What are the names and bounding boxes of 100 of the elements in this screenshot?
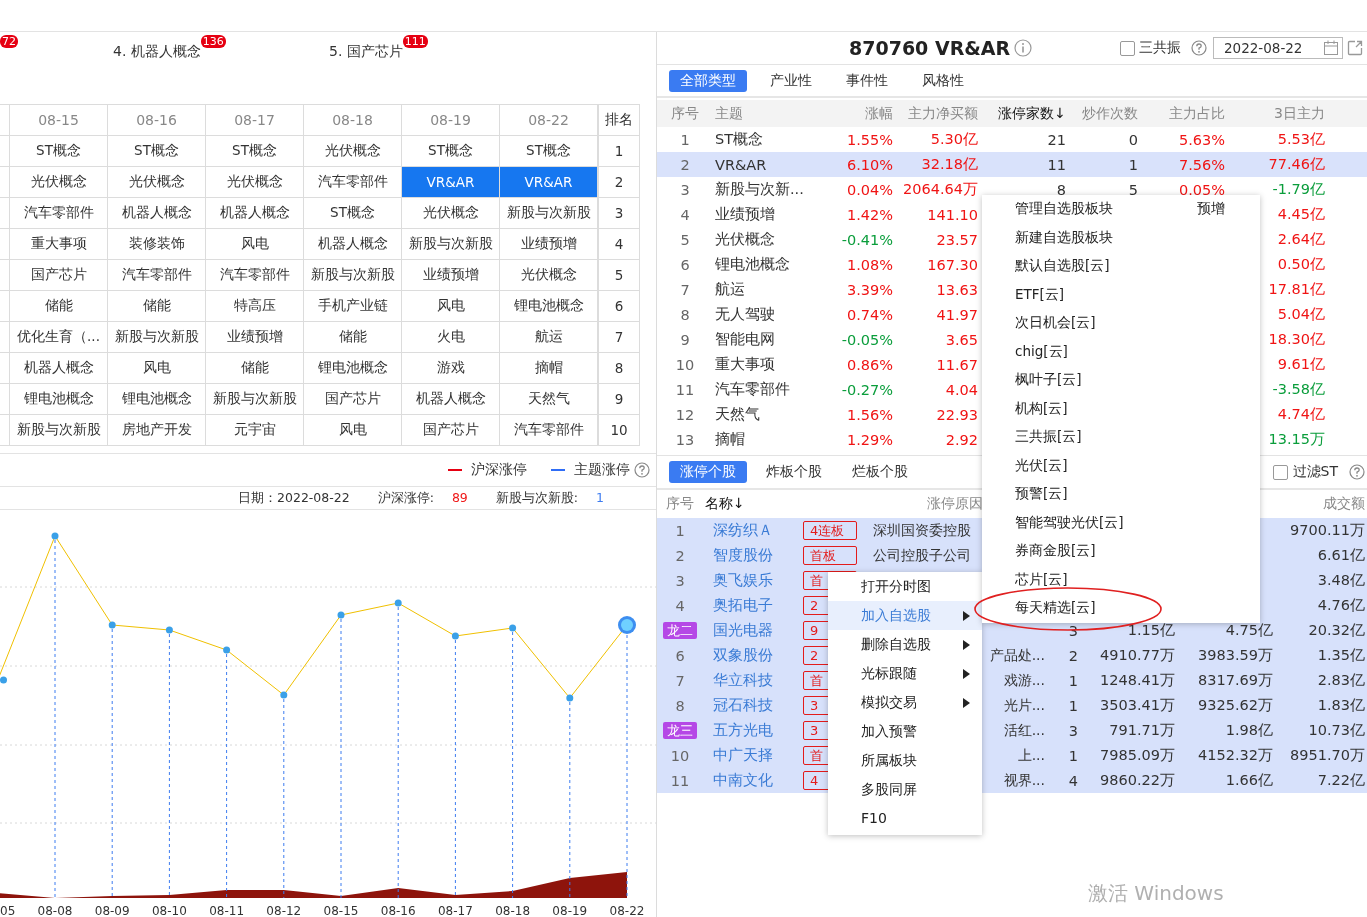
table-cell[interactable]: 储能 — [206, 353, 304, 384]
menu-item-label[interactable]: 智能驾驶光伏[云] — [1015, 513, 1197, 532]
table-cell[interactable]: 汽车零部件 — [108, 260, 206, 291]
table-cell[interactable]: VR&AR — [402, 167, 500, 198]
menu-item[interactable]: 预警[云] — [982, 480, 1260, 509]
table-cell[interactable]: 储能 — [304, 322, 402, 353]
menu-item-label[interactable]: 机构[云] — [1015, 399, 1197, 418]
menu-item-label[interactable]: 默认自选股[云] — [1015, 257, 1197, 276]
table-cell[interactable]: 游戏 — [402, 353, 500, 384]
menu-item[interactable]: 机构[云] — [982, 394, 1260, 423]
table-cell[interactable]: VR&AR — [500, 167, 598, 198]
date-field[interactable]: 2022-08-22 — [1213, 37, 1343, 59]
table-cell[interactable]: 国产芯片 — [402, 415, 500, 446]
table-cell[interactable]: 火电 — [402, 322, 500, 353]
table-cell[interactable]: 航运 — [500, 322, 598, 353]
tab[interactable]: 涨停个股 — [669, 461, 747, 483]
table-cell[interactable]: 国产芯片 — [10, 260, 108, 291]
table-cell[interactable]: 锂电池概念 — [500, 291, 598, 322]
tab[interactable]: 风格性 — [911, 69, 975, 92]
table-cell[interactable]: 储能 — [108, 291, 206, 322]
menu-item[interactable]: ETF[云] — [982, 280, 1260, 309]
menu-item[interactable]: 枫叶子[云] — [982, 366, 1260, 395]
table-cell[interactable]: 风电 — [108, 353, 206, 384]
table-cell[interactable]: 汽车零部件 — [10, 198, 108, 229]
menu-item[interactable]: chig[云] — [982, 337, 1260, 366]
table-cell[interactable]: 光伏概念 — [402, 198, 500, 229]
table-cell[interactable]: 业绩预增 — [206, 322, 304, 353]
table-cell[interactable]: 房地产开发 — [108, 415, 206, 446]
column-header[interactable]: 涨停家数↓ — [980, 104, 1068, 123]
table-cell[interactable]: 新股与次新股 — [206, 384, 304, 415]
checkbox[interactable] — [1120, 40, 1135, 56]
menu-item[interactable]: 芯片[云] — [982, 565, 1260, 594]
table-cell[interactable]: 机器人概念 — [304, 229, 402, 260]
menu-item[interactable]: 加入自选股 — [828, 601, 982, 630]
tab[interactable]: 炸板个股 — [755, 461, 833, 483]
menu-item[interactable]: 次日机会[云] — [982, 309, 1260, 338]
table-cell[interactable]: 光伏概念 — [108, 167, 206, 198]
help-icon[interactable] — [1191, 40, 1207, 56]
table-cell[interactable]: 机器人概念 — [402, 384, 500, 415]
table-cell[interactable]: 风电 — [402, 291, 500, 322]
menu-item-label[interactable]: 新建自选股板块 — [1015, 228, 1197, 247]
table-cell[interactable]: ST概念 — [108, 136, 206, 167]
menu-item-label[interactable]: 券商金股[云] — [1015, 542, 1197, 561]
column-header[interactable]: 成交额 — [1323, 495, 1365, 513]
table-cell[interactable]: ST概念 — [206, 136, 304, 167]
table-cell[interactable]: 风电 — [304, 415, 402, 446]
table-cell[interactable]: 新股与次新股 — [402, 229, 500, 260]
table-cell[interactable]: 锂电池概念 — [304, 353, 402, 384]
table-cell[interactable]: 手机产业链 — [304, 291, 402, 322]
table-cell[interactable]: 摘帽 — [500, 353, 598, 384]
tab[interactable]: 全部类型 — [669, 69, 747, 92]
menu-item-label[interactable]: 三共振[云] — [1015, 428, 1197, 447]
menu-item[interactable]: 智能驾驶光伏[云] — [982, 508, 1260, 537]
menu-item[interactable]: 三共振[云] — [982, 423, 1260, 452]
calendar-icon[interactable] — [1323, 40, 1339, 56]
menu-item-label[interactable]: 芯片[云] — [1015, 570, 1197, 589]
help-icon[interactable] — [1349, 464, 1365, 480]
table-cell[interactable]: ST概念 — [304, 198, 402, 229]
menu-item-label[interactable]: 光伏[云] — [1015, 456, 1197, 475]
menu-item[interactable]: 新建自选股板块 — [982, 223, 1260, 252]
theme-title[interactable]: 4. 机器人概念 — [113, 43, 201, 61]
table-cell[interactable]: 机器人概念 — [108, 198, 206, 229]
column-header[interactable]: 涨停原因 — [927, 495, 983, 513]
menu-item[interactable]: 默认自选股[云] — [982, 252, 1260, 281]
table-cell[interactable]: 装修装饰 — [108, 229, 206, 260]
table-cell[interactable]: ST概念 — [10, 136, 108, 167]
table-cell[interactable]: 光伏概念 — [206, 167, 304, 198]
table-cell[interactable]: 汽车零部件 — [206, 260, 304, 291]
table-cell[interactable]: 天然气 — [500, 384, 598, 415]
table-cell[interactable]: 新股与次新股 — [500, 198, 598, 229]
table-cell[interactable]: 新股与次新股 — [304, 260, 402, 291]
table-cell[interactable]: 风电 — [206, 229, 304, 260]
table-cell[interactable]: 优化生育（... — [10, 322, 108, 353]
menu-item-label[interactable]: ETF[云] — [1015, 285, 1197, 304]
column-header[interactable]: 名称↓ — [705, 495, 745, 513]
table-cell[interactable]: 业绩预增 — [500, 229, 598, 260]
tab[interactable]: 产业性 — [759, 69, 823, 92]
table-cell[interactable]: 国产芯片 — [304, 384, 402, 415]
menu-item[interactable]: 每天精选[云] — [982, 594, 1260, 623]
menu-item[interactable]: 券商金股[云] — [982, 537, 1260, 566]
menu-item-label[interactable]: 预警[云] — [1015, 485, 1197, 504]
menu-item-label[interactable]: 管理自选股板块 — [1015, 200, 1197, 219]
export-icon[interactable] — [1347, 40, 1363, 56]
table-cell[interactable]: 汽车零部件 — [500, 415, 598, 446]
info-icon[interactable] — [1014, 39, 1033, 57]
table-cell[interactable]: 特高压 — [206, 291, 304, 322]
column-header[interactable]: 序号 — [666, 495, 694, 513]
help-icon[interactable] — [634, 462, 650, 478]
table-cell[interactable]: 机器人概念 — [10, 353, 108, 384]
table-cell[interactable]: 元宇宙 — [206, 415, 304, 446]
tab[interactable]: 事件性 — [835, 69, 899, 92]
menu-item[interactable]: F10 — [828, 804, 982, 833]
tab[interactable]: 烂板个股 — [841, 461, 919, 483]
menu-item[interactable]: 光伏[云] — [982, 451, 1260, 480]
table-row[interactable]: 2 VR&AR 6.10% 32.18亿 11 1 7.56% 77.46亿 — [657, 152, 1367, 177]
table-cell[interactable]: 新股与次新股 — [10, 415, 108, 446]
table-cell[interactable]: 光伏概念 — [500, 260, 598, 291]
table-cell[interactable]: 重大事项 — [10, 229, 108, 260]
table-cell[interactable]: 新股与次新股 — [108, 322, 206, 353]
table-cell[interactable]: 光伏概念 — [10, 167, 108, 198]
